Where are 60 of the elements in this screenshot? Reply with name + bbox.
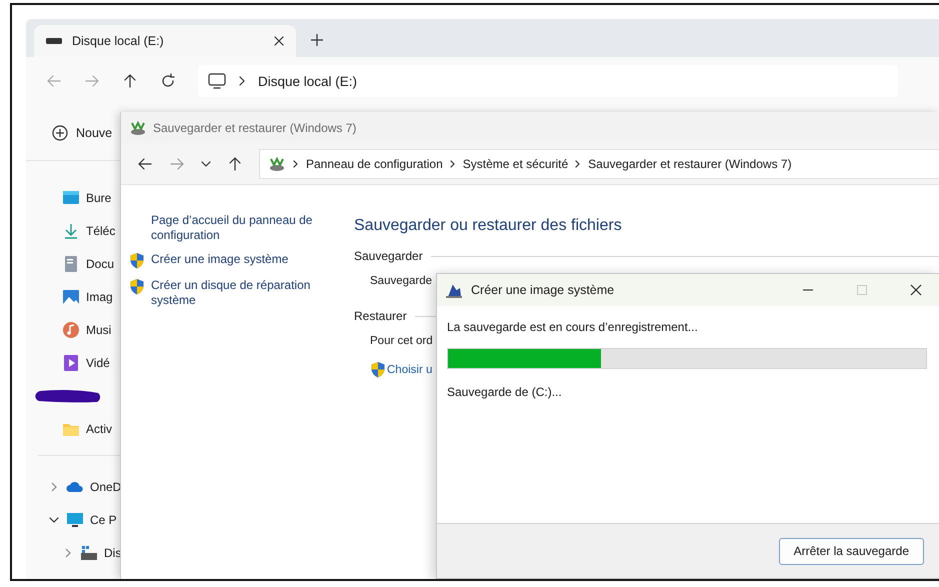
music-icon bbox=[62, 320, 80, 338]
breadcrumb-item[interactable]: Système et sécurité bbox=[462, 156, 568, 170]
refresh-icon[interactable] bbox=[160, 73, 176, 89]
monitor-icon bbox=[66, 510, 84, 528]
sidebar-link[interactable]: Créer une image système bbox=[151, 252, 288, 269]
window-title: Créer une image système bbox=[471, 283, 616, 297]
arrow-up-icon[interactable] bbox=[122, 73, 138, 89]
address-bar[interactable]: Panneau de configuration Système et sécurité Sauvegarder et restaurer (Windows 7) bbox=[259, 148, 939, 178]
body-text: Sauvegarde bbox=[370, 275, 432, 287]
chevron-right-icon bbox=[450, 160, 456, 168]
address-bar[interactable]: Disque local (E:) bbox=[198, 65, 898, 97]
shield-icon bbox=[129, 252, 145, 269]
status-text: La sauvegarde est en cours d’enregistrement... bbox=[447, 320, 699, 334]
drive-icon bbox=[80, 544, 98, 562]
shield-icon bbox=[129, 278, 145, 295]
close-icon[interactable] bbox=[274, 36, 284, 46]
chevron-right-icon bbox=[238, 76, 246, 86]
browser-tab[interactable]: Disque local (E:) bbox=[34, 25, 296, 57]
arrow-right-icon[interactable] bbox=[169, 156, 185, 172]
sidebar-link[interactable]: Créer un disque de réparation système bbox=[151, 278, 344, 308]
tree-item[interactable]: OneD bbox=[90, 480, 122, 494]
body-text: Pour cet ord bbox=[370, 335, 433, 347]
chevron-right-icon bbox=[575, 160, 582, 168]
section-title: Restaurer bbox=[354, 309, 407, 323]
detail-text: Sauvegarde de (C:)... bbox=[447, 385, 563, 399]
sidebar-item[interactable]: Docu bbox=[86, 256, 114, 270]
link[interactable]: Choisir u bbox=[387, 364, 432, 376]
window-title: Sauvegarder et restaurer (Windows 7) bbox=[153, 120, 356, 134]
redaction-mark bbox=[34, 388, 102, 404]
new-button[interactable]: Nouve bbox=[52, 124, 112, 140]
plus-circle-icon bbox=[52, 124, 68, 140]
drive-icon bbox=[46, 37, 62, 45]
maximize-icon bbox=[856, 284, 868, 296]
document-icon bbox=[62, 254, 80, 272]
video-icon bbox=[62, 354, 80, 372]
sidebar-item[interactable]: Activ bbox=[86, 422, 112, 436]
sidebar-item[interactable]: Musi bbox=[86, 322, 112, 336]
image-icon bbox=[62, 288, 80, 306]
breadcrumb-item[interactable]: Panneau de configuration bbox=[306, 156, 443, 170]
breadcrumb-item[interactable]: Sauvegarder et restaurer (Windows 7) bbox=[588, 156, 792, 170]
chevron-right-icon bbox=[293, 160, 299, 168]
chevron-down-icon[interactable] bbox=[201, 158, 211, 168]
shield-icon bbox=[370, 361, 386, 378]
page-heading: Sauvegarder ou restaurer des fichiers bbox=[354, 217, 623, 235]
sidebar-item[interactable]: Bure bbox=[86, 190, 112, 204]
plus-icon[interactable] bbox=[311, 34, 323, 46]
breadcrumb-item[interactable]: Disque local (E:) bbox=[258, 74, 358, 88]
sidebar-link[interactable]: Page d’accueil du panneau de configuration bbox=[151, 213, 344, 243]
section-title: Sauvegarder bbox=[354, 249, 423, 263]
download-icon bbox=[62, 222, 80, 240]
desktop-icon bbox=[62, 188, 80, 206]
monitor-icon bbox=[208, 73, 226, 89]
arrow-left-icon[interactable] bbox=[137, 156, 153, 172]
sidebar-item[interactable]: Vidé bbox=[86, 356, 110, 370]
sidebar-item[interactable]: Imag bbox=[86, 290, 113, 304]
arrow-up-icon[interactable] bbox=[227, 156, 243, 172]
close-icon bbox=[910, 284, 922, 296]
tree-item[interactable]: Ce P bbox=[90, 512, 117, 526]
stop-backup-button[interactable]: Arrêter la sauvegarde bbox=[778, 538, 924, 564]
sidebar-item[interactable]: Téléc bbox=[86, 224, 116, 238]
